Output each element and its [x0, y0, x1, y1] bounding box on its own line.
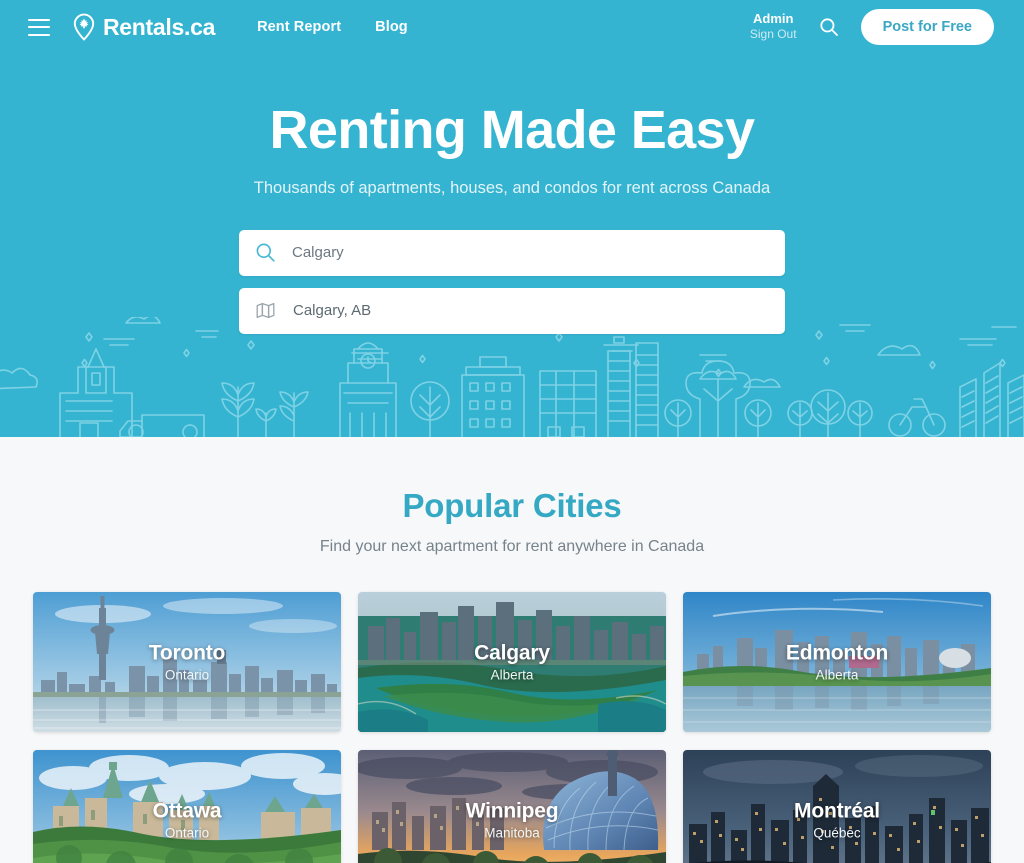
city-photo-ottawa [33, 750, 341, 863]
search-box[interactable] [239, 229, 785, 276]
city-photo-montreal [683, 750, 991, 863]
city-card-toronto[interactable]: Toronto Ontario [33, 592, 341, 732]
hamburger-menu-icon[interactable] [28, 18, 50, 36]
account-menu[interactable]: Admin Sign Out [750, 11, 797, 42]
city-photo-edmonton [683, 592, 991, 732]
page-root: Rentals.ca Rent Report Blog Admin Sign O… [0, 0, 1024, 863]
search-area: Calgary, AB [239, 229, 785, 334]
city-card-calgary[interactable]: Calgary Alberta [358, 592, 666, 732]
logo-text: Rentals.ca [103, 13, 216, 40]
section-subtitle: Find your next apartment for rent anywhe… [319, 538, 705, 555]
search-input[interactable] [292, 244, 769, 262]
page-title: Popular Cities [402, 487, 622, 524]
cityscape-illustration [0, 317, 1024, 437]
map-pin-maple-leaf-icon [73, 13, 95, 41]
city-photo-toronto [33, 592, 341, 732]
suggestion-label: Calgary, AB [293, 302, 372, 320]
hero-content: Renting Made Easy Thousands of apartment… [0, 54, 1024, 334]
city-photo-winnipeg [358, 750, 666, 863]
city-card-montreal[interactable]: Montréal Québec [683, 750, 991, 863]
hero-title: Renting Made Easy [269, 100, 756, 160]
city-card-winnipeg[interactable]: Winnipeg Manitoba [358, 750, 666, 863]
post-for-free-button[interactable]: Post for Free [860, 9, 994, 45]
sign-out-link[interactable]: Sign Out [750, 27, 797, 42]
city-photo-calgary [358, 592, 666, 732]
hero-subtitle: Thousands of apartments, houses, and con… [253, 178, 771, 197]
logo[interactable]: Rentals.ca [72, 13, 215, 41]
nav-link-blog[interactable]: Blog [375, 19, 408, 35]
search-icon[interactable] [819, 17, 839, 37]
city-grid: Toronto Ontario Calgary Alberta Edmonton… [0, 592, 1024, 863]
nav-links: Rent Report Blog [257, 19, 408, 35]
city-card-edmonton[interactable]: Edmonton Alberta [683, 592, 991, 732]
navbar: Rentals.ca Rent Report Blog Admin Sign O… [0, 0, 1024, 54]
city-card-ottawa[interactable]: Ottawa Ontario [33, 750, 341, 863]
search-icon [256, 243, 275, 262]
nav-link-rent-report[interactable]: Rent Report [257, 19, 341, 35]
map-icon [256, 303, 275, 319]
hero-section: Rentals.ca Rent Report Blog Admin Sign O… [0, 0, 1024, 437]
popular-cities-section: Popular Cities Find your next apartment … [0, 437, 1024, 863]
suggestion-item[interactable]: Calgary, AB [239, 288, 785, 334]
nav-right: Admin Sign Out Post for Free [750, 9, 994, 45]
search-suggestions: Calgary, AB [239, 287, 785, 334]
account-name: Admin [752, 11, 794, 27]
